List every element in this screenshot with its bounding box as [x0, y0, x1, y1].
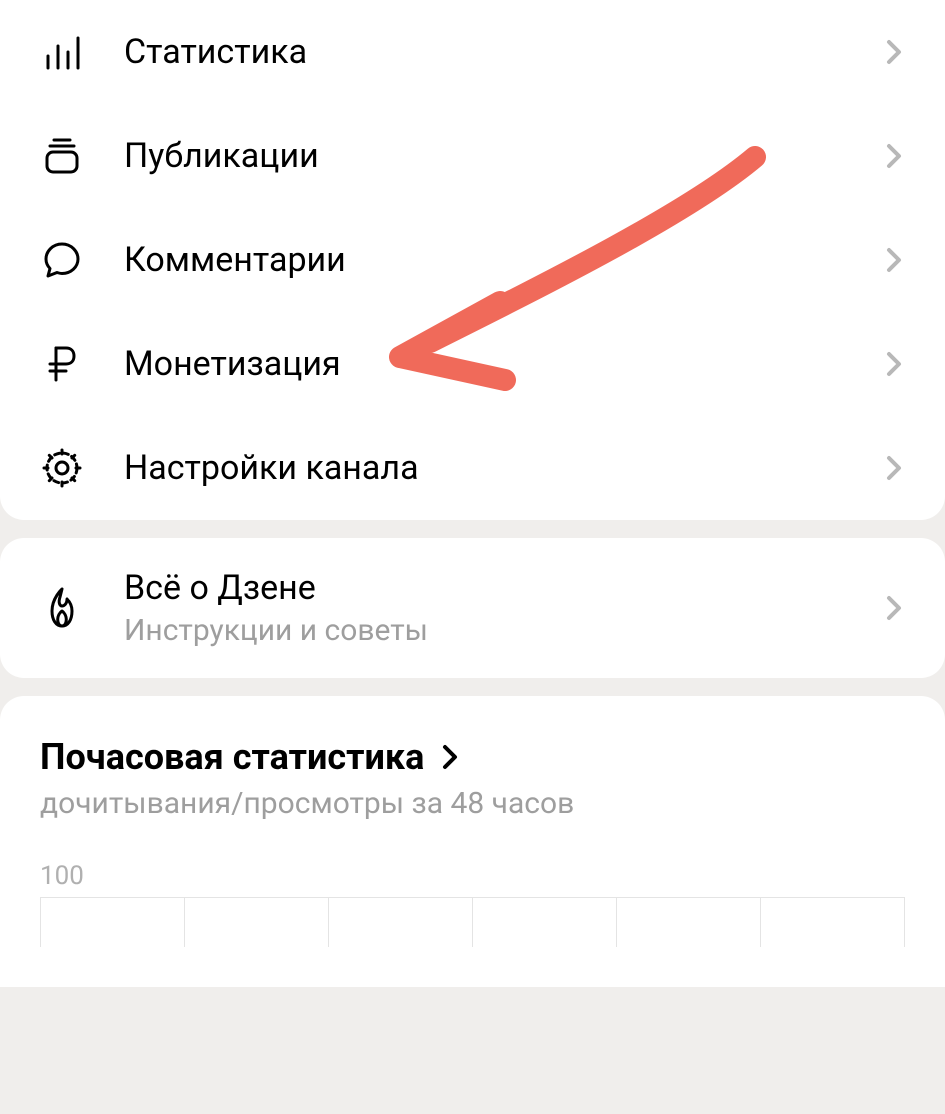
chevron-right-icon	[442, 744, 458, 770]
chevron-right-icon	[883, 249, 905, 271]
hourly-stats-card: Почасовая статистика дочитывания/просмот…	[0, 696, 945, 987]
menu-item-text: Публикации	[124, 136, 883, 177]
chevron-right-icon	[883, 597, 905, 619]
about-title: Всё о Дзене	[124, 568, 883, 609]
menu-item-text: Настройки канала	[124, 448, 883, 489]
flame-icon	[40, 586, 84, 630]
chart-column	[184, 898, 328, 947]
chart-column	[40, 898, 184, 947]
chevron-right-icon	[883, 145, 905, 167]
menu-item-text: Монетизация	[124, 344, 883, 385]
menu-item-label: Монетизация	[124, 344, 883, 385]
comment-icon	[40, 238, 84, 282]
menu-item-statistics[interactable]: Статистика	[0, 0, 945, 104]
menu-card: Статистика Публикации	[0, 0, 945, 520]
menu-item-about-dzen[interactable]: Всё о Дзене Инструкции и советы	[0, 538, 945, 678]
hourly-subtitle: дочитывания/просмотры за 48 часов	[40, 786, 905, 821]
chart-column	[472, 898, 616, 947]
menu-item-label: Комментарии	[124, 240, 883, 281]
chart-column	[616, 898, 760, 947]
stack-icon	[40, 134, 84, 178]
menu-item-monetization[interactable]: Монетизация	[0, 312, 945, 416]
y-axis-tick: 100	[40, 861, 905, 891]
menu-item-label: Настройки канала	[124, 448, 883, 489]
chevron-right-icon	[883, 353, 905, 375]
chevron-right-icon	[883, 41, 905, 63]
menu-item-publications[interactable]: Публикации	[0, 104, 945, 208]
chart-column	[328, 898, 472, 947]
chevron-right-icon	[883, 457, 905, 479]
menu-item-label: Публикации	[124, 136, 883, 177]
bar-chart-icon	[40, 30, 84, 74]
hourly-header: Почасовая статистика дочитывания/просмот…	[0, 696, 945, 831]
hourly-title-row[interactable]: Почасовая статистика	[40, 736, 905, 778]
hourly-chart: 100	[0, 831, 945, 947]
menu-item-channel-settings[interactable]: Настройки канала	[0, 416, 945, 520]
hourly-title: Почасовая статистика	[40, 736, 424, 778]
about-card: Всё о Дзене Инструкции и советы	[0, 538, 945, 678]
chart-column	[760, 898, 905, 947]
menu-item-text: Комментарии	[124, 240, 883, 281]
menu-item-text: Всё о Дзене Инструкции и советы	[124, 568, 883, 648]
menu-item-label: Статистика	[124, 32, 883, 73]
chart-grid	[40, 897, 905, 947]
about-subtitle: Инструкции и советы	[124, 613, 883, 648]
ruble-icon	[40, 342, 84, 386]
gear-icon	[40, 446, 84, 490]
menu-item-comments[interactable]: Комментарии	[0, 208, 945, 312]
menu-item-text: Статистика	[124, 32, 883, 73]
